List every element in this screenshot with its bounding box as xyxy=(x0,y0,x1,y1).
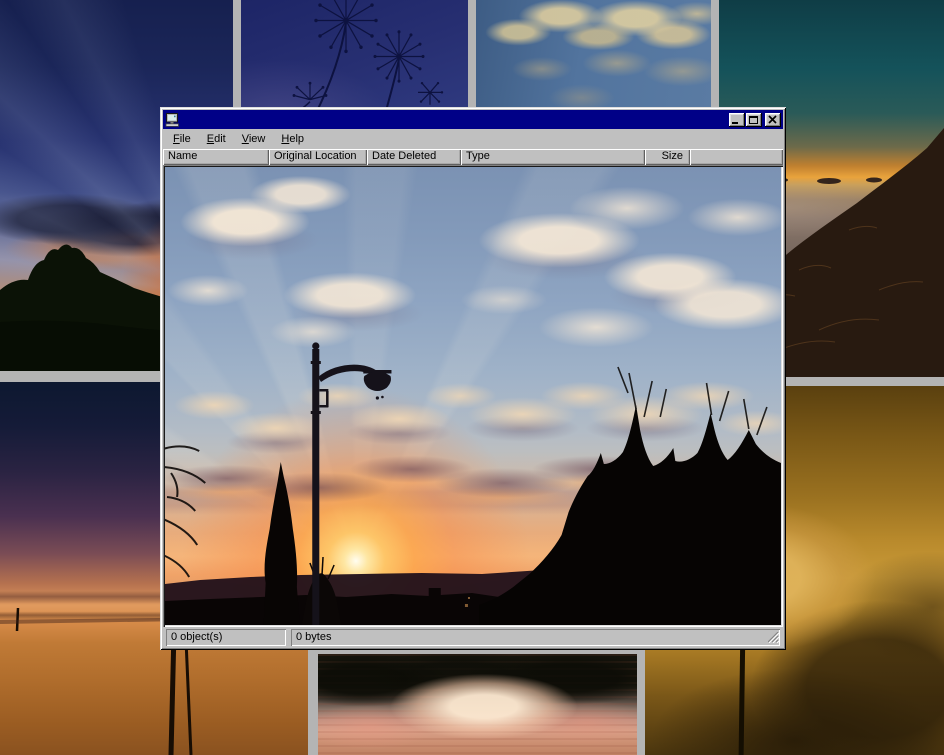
wallpaper-photo-water-reflection xyxy=(318,654,637,755)
dried-flower-silhouette xyxy=(241,0,468,115)
minimize-icon xyxy=(732,122,738,124)
maximize-icon xyxy=(749,116,758,124)
title-bar[interactable] xyxy=(163,110,783,129)
status-bar: 0 object(s) 0 bytes xyxy=(163,629,783,646)
column-header-date-deleted[interactable]: Date Deleted xyxy=(367,149,461,165)
menu-bar: File Edit View Help xyxy=(163,129,783,149)
column-header-filler xyxy=(690,149,783,165)
column-header-row: Name Original Location Date Deleted Type… xyxy=(163,149,783,165)
status-bytes: 0 bytes xyxy=(291,629,780,646)
menu-item-help[interactable]: Help xyxy=(275,131,310,147)
computer-icon[interactable] xyxy=(165,113,180,127)
close-button[interactable] xyxy=(765,113,781,127)
column-header-original-location[interactable]: Original Location xyxy=(269,149,367,165)
tree-mass-silhouette xyxy=(479,405,781,625)
cypress-silhouette xyxy=(264,462,300,625)
wallpaper-photo-dried-flowers xyxy=(241,0,468,115)
list-view-background-photo xyxy=(165,167,781,625)
minimize-button[interactable] xyxy=(729,113,745,127)
column-header-name[interactable]: Name xyxy=(163,149,269,165)
menu-item-edit[interactable]: Edit xyxy=(201,131,232,147)
column-header-size[interactable]: Size xyxy=(645,149,690,165)
recycle-bin-window: File Edit View Help Name Original Locati… xyxy=(160,107,786,650)
column-header-type[interactable]: Type xyxy=(461,149,645,165)
menu-item-view[interactable]: View xyxy=(236,131,272,147)
menu-item-file[interactable]: File xyxy=(167,131,197,147)
branch-silhouette xyxy=(165,446,205,577)
list-view[interactable] xyxy=(163,165,783,627)
status-object-count: 0 object(s) xyxy=(166,629,286,646)
maximize-button[interactable] xyxy=(746,113,762,127)
close-icon xyxy=(768,115,777,124)
sunset-silhouettes xyxy=(165,167,781,625)
wallpaper-photo-cloud-sky xyxy=(476,0,711,115)
desktop: File Edit View Help Name Original Locati… xyxy=(0,0,944,755)
resize-grip-icon[interactable] xyxy=(768,632,779,643)
